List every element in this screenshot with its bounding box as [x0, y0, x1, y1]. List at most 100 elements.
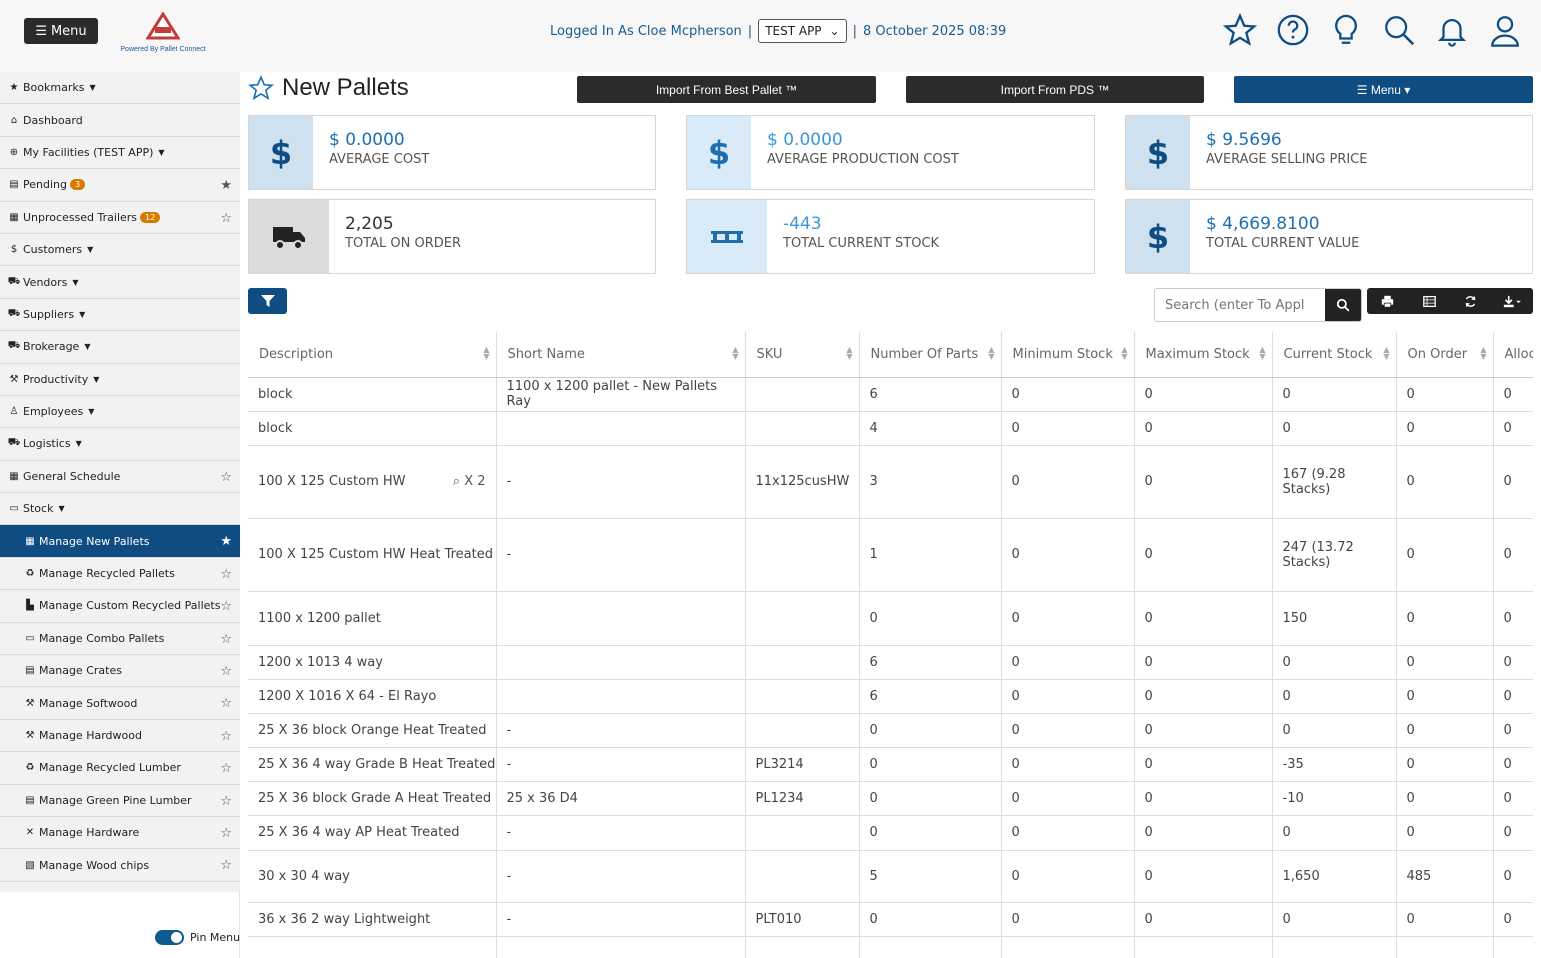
- table-row[interactable]: [248, 936, 1533, 958]
- sidebar-item-manage-crates[interactable]: ▤ Manage Crates ☆: [0, 655, 240, 688]
- pin-menu-control[interactable]: Pin Menu: [155, 930, 240, 945]
- columns-button[interactable]: [1409, 288, 1451, 314]
- column-header[interactable]: Description ▲ ▼: [248, 332, 497, 378]
- sort-icon[interactable]: ▲ ▼: [1383, 346, 1389, 361]
- app-select[interactable]: TEST APP ⌄: [758, 19, 847, 43]
- sort-icon[interactable]: ▲ ▼: [483, 346, 489, 361]
- bell-icon[interactable]: [1434, 12, 1470, 48]
- bookmark-star-icon[interactable]: ☆: [220, 858, 232, 873]
- table-row[interactable]: 100 X 125 Custom HW Heat Treated -1 0 0 247 …: [248, 518, 1533, 592]
- table-row[interactable]: block 1100 x 1200 pallet - New Pallets Ra…: [248, 377, 1533, 412]
- bookmark-star-icon[interactable]: ☆: [220, 211, 232, 226]
- search-button[interactable]: [1325, 289, 1361, 321]
- table-row[interactable]: 1200 X 1016 X 64 - El Rayo 6 0 0 0 0 0: [248, 679, 1533, 714]
- sidebar-item-manage-softwood[interactable]: ⚒ Manage Softwood ☆: [0, 687, 240, 720]
- page-menu-button[interactable]: ☰ Menu ▾: [1234, 76, 1533, 103]
- table-row[interactable]: 25 X 36 4 way Grade B Heat Treated - PL321…: [248, 747, 1533, 782]
- stat-card-total-current-stock: -443 TOTAL CURRENT STOCK: [686, 199, 1095, 274]
- import-pds-button[interactable]: Import From PDS ™: [906, 76, 1204, 103]
- sort-icon[interactable]: ▲ ▼: [1259, 346, 1265, 361]
- bookmark-star-icon[interactable]: ☆: [220, 826, 232, 841]
- column-header[interactable]: On Order ▲ ▼: [1396, 332, 1494, 378]
- table-row[interactable]: ⌕ X 2 100 X 125 Custom HW -11x125cusHW 3 0 0 1…: [248, 445, 1533, 519]
- bookmark-star-icon[interactable]: [248, 75, 274, 101]
- sidebar-item-manage-recycled-pallets[interactable]: ♻ Manage Recycled Pallets ☆: [0, 557, 240, 591]
- sort-icon[interactable]: ▲ ▼: [846, 346, 852, 361]
- sidebar-item-manage-custom-recycled-pallets[interactable]: ▙ Manage Custom Recycled Pallets ☆: [0, 590, 240, 623]
- sidebar-item-my-facilities[interactable]: ⊕ My Facilities (TEST APP) ▼: [0, 137, 240, 170]
- user-icon[interactable]: [1487, 12, 1523, 48]
- attachment-count[interactable]: ⌕ X 2: [453, 474, 486, 489]
- table-row[interactable]: 25 X 36 block Grade A Heat Treated 25 x 3…: [248, 781, 1533, 816]
- table-row[interactable]: 25 X 36 block Orange Heat Treated -0 0 0 0 0 0: [248, 713, 1533, 748]
- sidebar-item-productivity[interactable]: ⚒ Productivity ▼: [0, 364, 240, 396]
- bookmark-star-filled-icon[interactable]: ★: [220, 534, 232, 549]
- table-row[interactable]: 25 X 36 4 way AP Heat Treated -0 0 0 0 0 0: [248, 815, 1533, 851]
- sort-icon[interactable]: ▲ ▼: [1480, 346, 1486, 361]
- sidebar-item-vendors[interactable]: ⛟ Vendors ▼: [0, 266, 240, 299]
- sidebar-item-dashboard[interactable]: ⌂ Dashboard: [0, 104, 240, 137]
- help-icon[interactable]: [1275, 12, 1311, 48]
- bookmark-star-icon[interactable]: ☆: [220, 470, 232, 485]
- export-button[interactable]: [1492, 288, 1534, 314]
- sidebar-item-customers[interactable]: $ Customers ▼: [0, 234, 240, 267]
- sidebar-item-stock[interactable]: ▭ Stock ▼: [0, 493, 240, 526]
- sidebar-item-general-schedule[interactable]: ▦ General Schedule ☆: [0, 461, 240, 494]
- table-cell: 0: [859, 591, 1002, 646]
- sidebar-item-unprocessed-trailers[interactable]: ▦ Unprocessed Trailers 12 ☆: [0, 202, 240, 234]
- refresh-button[interactable]: [1450, 288, 1492, 314]
- column-header[interactable]: Minimum Stock ▲ ▼: [1001, 332, 1135, 378]
- sidebar-item-suppliers[interactable]: ⛟ Suppliers ▼: [0, 299, 240, 332]
- bookmark-star-icon[interactable]: ☆: [220, 567, 232, 582]
- column-header[interactable]: Alloc: [1493, 332, 1533, 378]
- filter-button[interactable]: [248, 288, 287, 314]
- sidebar-item-manage-recycled-lumber[interactable]: ♻ Manage Recycled Lumber ☆: [0, 752, 240, 785]
- bookmark-star-icon[interactable]: ☆: [220, 761, 232, 776]
- search-icon[interactable]: [1381, 12, 1417, 48]
- column-header[interactable]: SKU ▲ ▼: [745, 332, 860, 378]
- column-header[interactable]: Number Of Parts ▲ ▼: [859, 332, 1002, 378]
- sidebar-item-brokerage[interactable]: ⛟ Brokerage ▼: [0, 331, 240, 364]
- sort-icon[interactable]: ▲ ▼: [1121, 346, 1127, 361]
- caret-down-icon: ▼: [88, 407, 95, 417]
- pin-menu-toggle[interactable]: [155, 930, 184, 945]
- star-icon[interactable]: [1222, 12, 1258, 48]
- bookmark-star-icon[interactable]: ☆: [220, 599, 232, 614]
- bookmark-star-filled-icon[interactable]: ★: [220, 178, 232, 193]
- table-cell: 0: [1001, 850, 1135, 903]
- table-row[interactable]: block 4 0 0 0 0 0: [248, 411, 1533, 446]
- sidebar-item-bookmarks[interactable]: ★ Bookmarks ▼: [0, 72, 240, 105]
- bookmark-star-icon[interactable]: ☆: [220, 696, 232, 711]
- table-row[interactable]: 36 x 36 2 way Lightweight - PLT010 0 0 0 0 0 0: [248, 902, 1533, 937]
- table-cell: 0: [1396, 679, 1494, 714]
- bookmark-star-icon[interactable]: ☆: [220, 664, 232, 679]
- bookmark-star-icon[interactable]: ☆: [220, 729, 232, 744]
- bookmark-star-icon[interactable]: ☆: [220, 632, 232, 647]
- table-cell: 0: [1134, 902, 1273, 937]
- sidebar-item-manage-green-pine-lumber[interactable]: ▤ Manage Green Pine Lumber ☆: [0, 784, 240, 817]
- table-row[interactable]: 1100 x 1200 pallet 0 0 0 150 0 0: [248, 591, 1533, 646]
- column-header[interactable]: Current Stock ▲ ▼: [1272, 332, 1397, 378]
- sidebar-item-manage-wood-chips[interactable]: ▧ Manage Wood chips ☆: [0, 849, 240, 882]
- table-cell: 0: [859, 902, 1002, 937]
- sidebar-item-employees[interactable]: ♙ Employees ▼: [0, 396, 240, 429]
- sidebar-item-manage-hardware[interactable]: ✕ Manage Hardware ☆: [0, 816, 240, 850]
- sort-icon[interactable]: ▲ ▼: [732, 346, 738, 361]
- import-best-pallet-button[interactable]: Import From Best Pallet ™: [577, 76, 876, 103]
- sidebar-item-manage-new-pallets[interactable]: ▦ Manage New Pallets ★: [0, 525, 240, 558]
- sort-icon[interactable]: ▲ ▼: [988, 346, 994, 361]
- main-menu-button[interactable]: ☰ Menu: [24, 18, 98, 44]
- sidebar-item-manage-hardwood[interactable]: ⚒ Manage Hardwood ☆: [0, 719, 240, 753]
- lightbulb-icon[interactable]: [1328, 12, 1364, 48]
- column-header[interactable]: Maximum Stock ▲ ▼: [1134, 332, 1273, 378]
- table-row[interactable]: 1200 x 1013 4 way 6 0 0 0 0 0: [248, 645, 1533, 680]
- sidebar-item-manage-combo-pallets[interactable]: ▭ Manage Combo Pallets ☆: [0, 622, 240, 656]
- sidebar-item-pending[interactable]: ▤ Pending 3 ★: [0, 169, 240, 202]
- column-header[interactable]: Short Name ▲ ▼: [496, 332, 746, 378]
- sidebar-item-logistics[interactable]: ⛟ Logistics ▼: [0, 428, 240, 461]
- pallet-connect-logo[interactable]: Powered By Pallet Connect: [118, 10, 208, 56]
- print-button[interactable]: [1367, 288, 1409, 314]
- search-input[interactable]: [1155, 289, 1325, 321]
- bookmark-star-icon[interactable]: ☆: [220, 794, 232, 809]
- table-row[interactable]: 30 x 30 4 way -5 0 0 1,650 485 0: [248, 850, 1533, 903]
